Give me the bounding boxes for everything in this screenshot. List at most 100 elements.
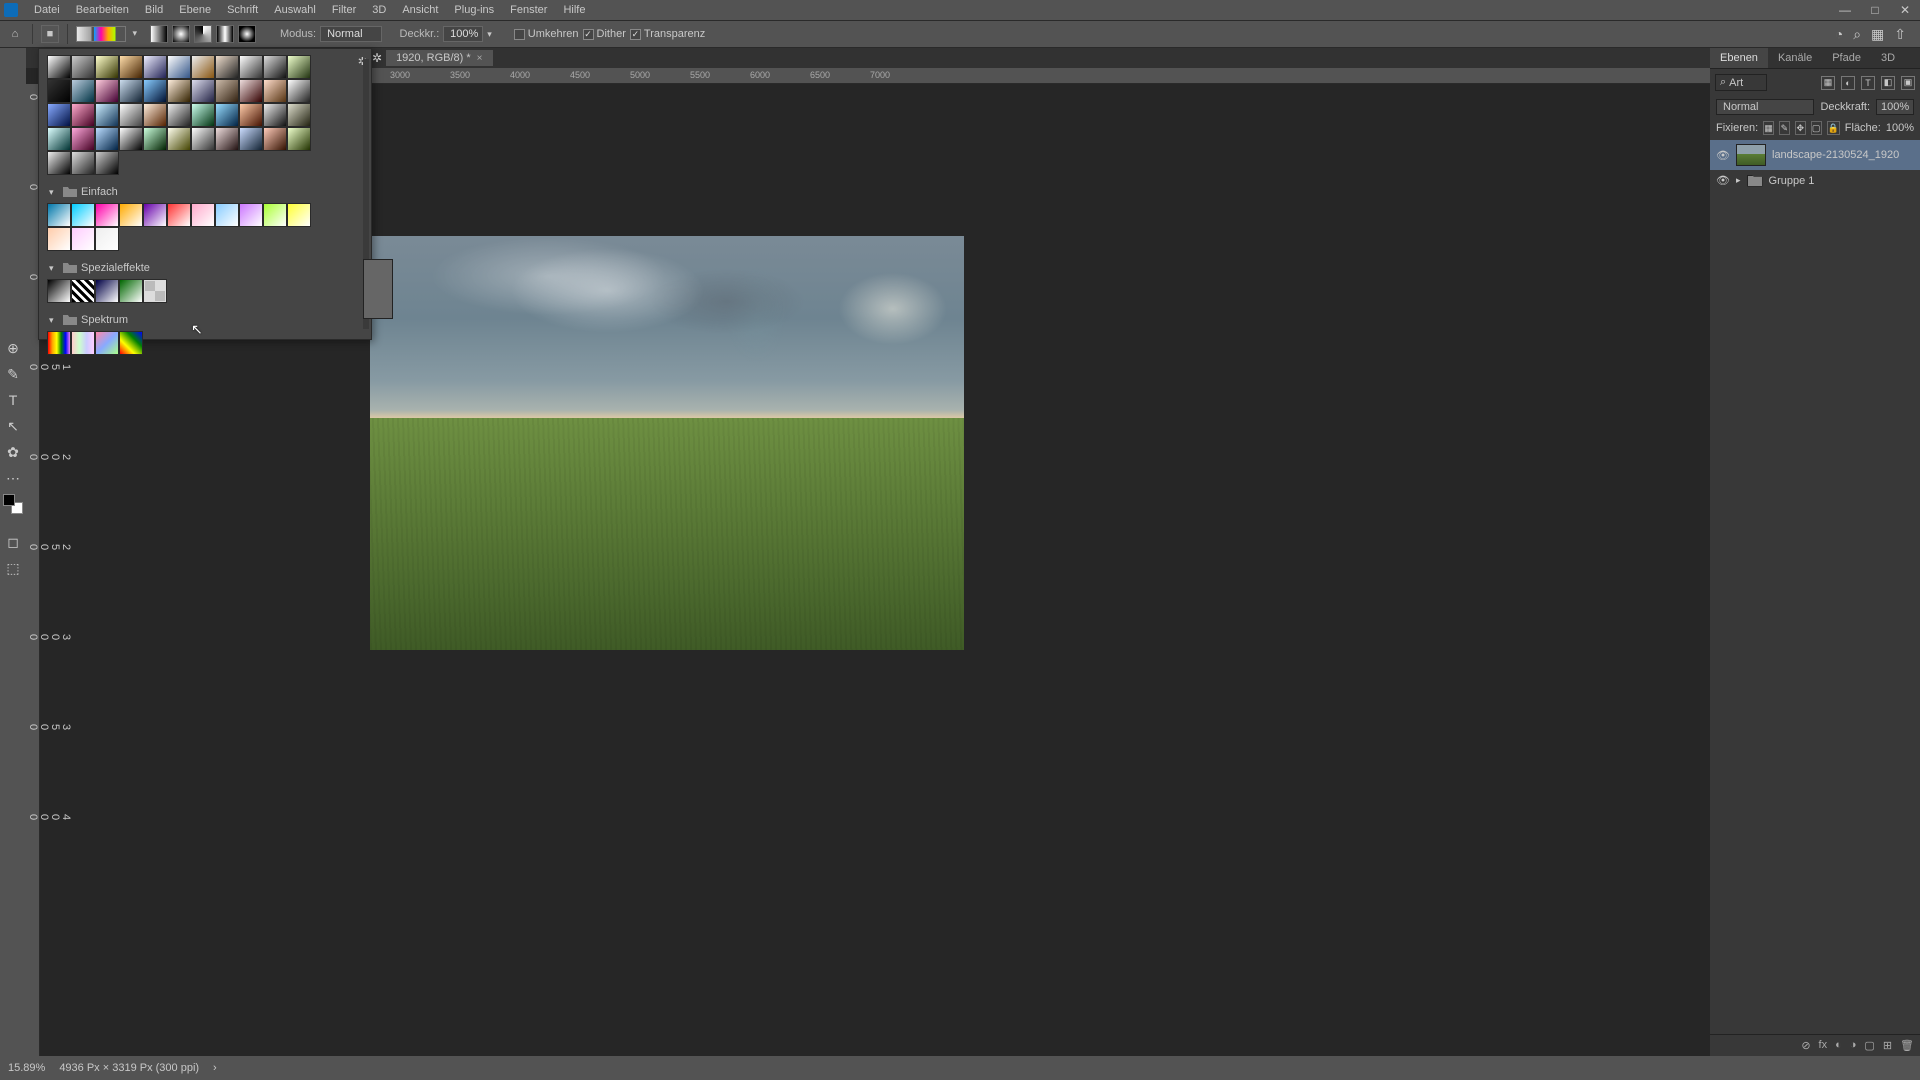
gradient-swatch[interactable] [119,79,143,103]
layer-row[interactable]: 👁▸Gruppe 1 [1710,170,1920,191]
gradient-swatch[interactable] [95,151,119,175]
search-icon[interactable]: ⌕ [1853,26,1861,43]
lock-all-icon[interactable]: 🔒 [1827,121,1840,135]
gradient-swatch[interactable] [71,151,95,175]
gradient-swatch[interactable] [191,203,215,227]
gradient-swatch[interactable] [95,203,119,227]
gradient-swatch[interactable] [287,55,311,79]
menu-ebene[interactable]: Ebene [171,4,219,16]
gradient-swatch[interactable] [143,79,167,103]
chevron-right-icon[interactable]: › [213,1062,217,1074]
gradient-swatch[interactable] [95,55,119,79]
menu-plug-ins[interactable]: Plug-ins [446,4,502,16]
blend-mode-select[interactable]: Normal [1716,99,1814,115]
tab-kanäle[interactable]: Kanäle [1768,48,1822,68]
gradient-swatch[interactable] [47,203,71,227]
minimize-button[interactable]: — [1830,3,1860,17]
tab-3d[interactable]: 3D [1871,48,1905,68]
gradient-swatch[interactable] [143,279,167,303]
share-icon[interactable]: ⇧ [1894,26,1906,43]
gradient-swatch[interactable] [71,203,95,227]
workspace-icon[interactable]: ▦ [1871,26,1884,43]
tab-ebenen[interactable]: Ebenen [1710,48,1768,68]
filter-shape-icon[interactable]: ◧ [1881,76,1895,90]
tool-more[interactable]: ⋯ [3,468,23,488]
gradient-swatch[interactable] [143,203,167,227]
lock-artboard-icon[interactable]: ▢ [1811,121,1822,135]
gradient-swatch[interactable] [71,103,95,127]
gradient-swatch[interactable] [47,103,71,127]
expand-icon[interactable]: ▸ [1736,175,1741,186]
gradient-swatch[interactable] [191,127,215,151]
gradient-swatch[interactable] [239,79,263,103]
close-icon[interactable]: × [477,53,483,64]
gradient-swatch[interactable] [47,331,71,355]
gradient-swatch[interactable] [287,79,311,103]
visibility-icon[interactable]: 👁 [1716,174,1730,187]
mode-select[interactable]: Normal [320,26,381,42]
folder-spezial[interactable]: ▾Spezialeffekte [47,259,363,277]
trash-icon[interactable]: 🗑 [1900,1039,1914,1052]
gradient-swatch[interactable] [95,79,119,103]
gradient-swatch[interactable] [287,127,311,151]
menu-filter[interactable]: Filter [324,4,364,16]
gradient-swatch[interactable] [95,331,119,355]
menu-3d[interactable]: 3D [364,4,394,16]
gradient-swatch[interactable] [239,127,263,151]
gradient-swatch[interactable] [215,127,239,151]
menu-datei[interactable]: Datei [26,4,68,16]
gradient-swatch[interactable] [95,127,119,151]
layer-fill-input[interactable]: 100% [1886,122,1914,134]
adjustment-icon[interactable]: ◑ [1850,1039,1857,1052]
lock-position-icon[interactable]: ✥ [1795,121,1806,135]
gradient-swatch[interactable] [167,55,191,79]
gradient-swatch[interactable] [263,127,287,151]
gradient-type-linear[interactable] [150,25,168,43]
filter-smart-icon[interactable]: ▣ [1901,76,1915,90]
dither-checkbox[interactable]: Dither [583,28,626,40]
chevron-down-icon[interactable]: ▾ [487,29,492,40]
menu-fenster[interactable]: Fenster [502,4,555,16]
gradient-type-angle[interactable] [194,25,212,43]
menu-ansicht[interactable]: Ansicht [394,4,446,16]
gradient-swatch[interactable] [71,331,95,355]
gradient-swatch[interactable] [167,127,191,151]
lock-transparent-icon[interactable]: ▦ [1763,121,1774,135]
gradient-swatch[interactable] [191,103,215,127]
gradient-swatch[interactable] [215,203,239,227]
gradient-swatch[interactable] [263,55,287,79]
filter-type-icon[interactable]: T [1861,76,1875,90]
gradient-swatch[interactable] [95,227,119,251]
tab-pfade[interactable]: Pfade [1822,48,1871,68]
gradient-swatch[interactable] [143,103,167,127]
gear-icon[interactable]: ✲ [372,51,382,65]
filter-adjust-icon[interactable]: ◐ [1841,76,1855,90]
gradient-swatch[interactable] [287,203,311,227]
gradient-swatch[interactable] [47,55,71,79]
transparency-checkbox[interactable]: Transparenz [630,28,705,40]
tool-eyedropper[interactable]: ✎ [3,364,23,384]
gradient-swatch[interactable] [263,103,287,127]
gradient-swatch[interactable] [47,127,71,151]
new-layer-icon[interactable]: ⊞ [1883,1039,1892,1052]
document-tab[interactable]: 1920, RGB/8) * × [386,50,492,66]
opacity-input[interactable]: 100% [443,26,483,42]
gradient-swatch[interactable] [239,55,263,79]
gradient-swatch[interactable] [167,79,191,103]
gradient-swatch[interactable] [119,103,143,127]
gradient-swatch[interactable] [239,203,263,227]
gradient-swatch[interactable] [215,55,239,79]
menu-schrift[interactable]: Schrift [219,4,266,16]
group-icon[interactable]: ▢ [1864,1039,1874,1052]
zoom-display[interactable]: 15.89% [8,1062,45,1074]
menu-bild[interactable]: Bild [137,4,171,16]
gradient-swatch[interactable] [167,103,191,127]
reverse-checkbox[interactable]: Umkehren [514,28,579,40]
mask-icon[interactable]: ◐ [1835,1039,1842,1052]
gradient-swatch[interactable] [71,79,95,103]
gradient-swatch[interactable] [215,79,239,103]
gradient-swatch[interactable] [143,55,167,79]
layer-row[interactable]: 👁landscape-2130524_1920 [1710,140,1920,170]
gradient-swatch[interactable] [167,203,191,227]
gradient-swatch[interactable] [215,103,239,127]
